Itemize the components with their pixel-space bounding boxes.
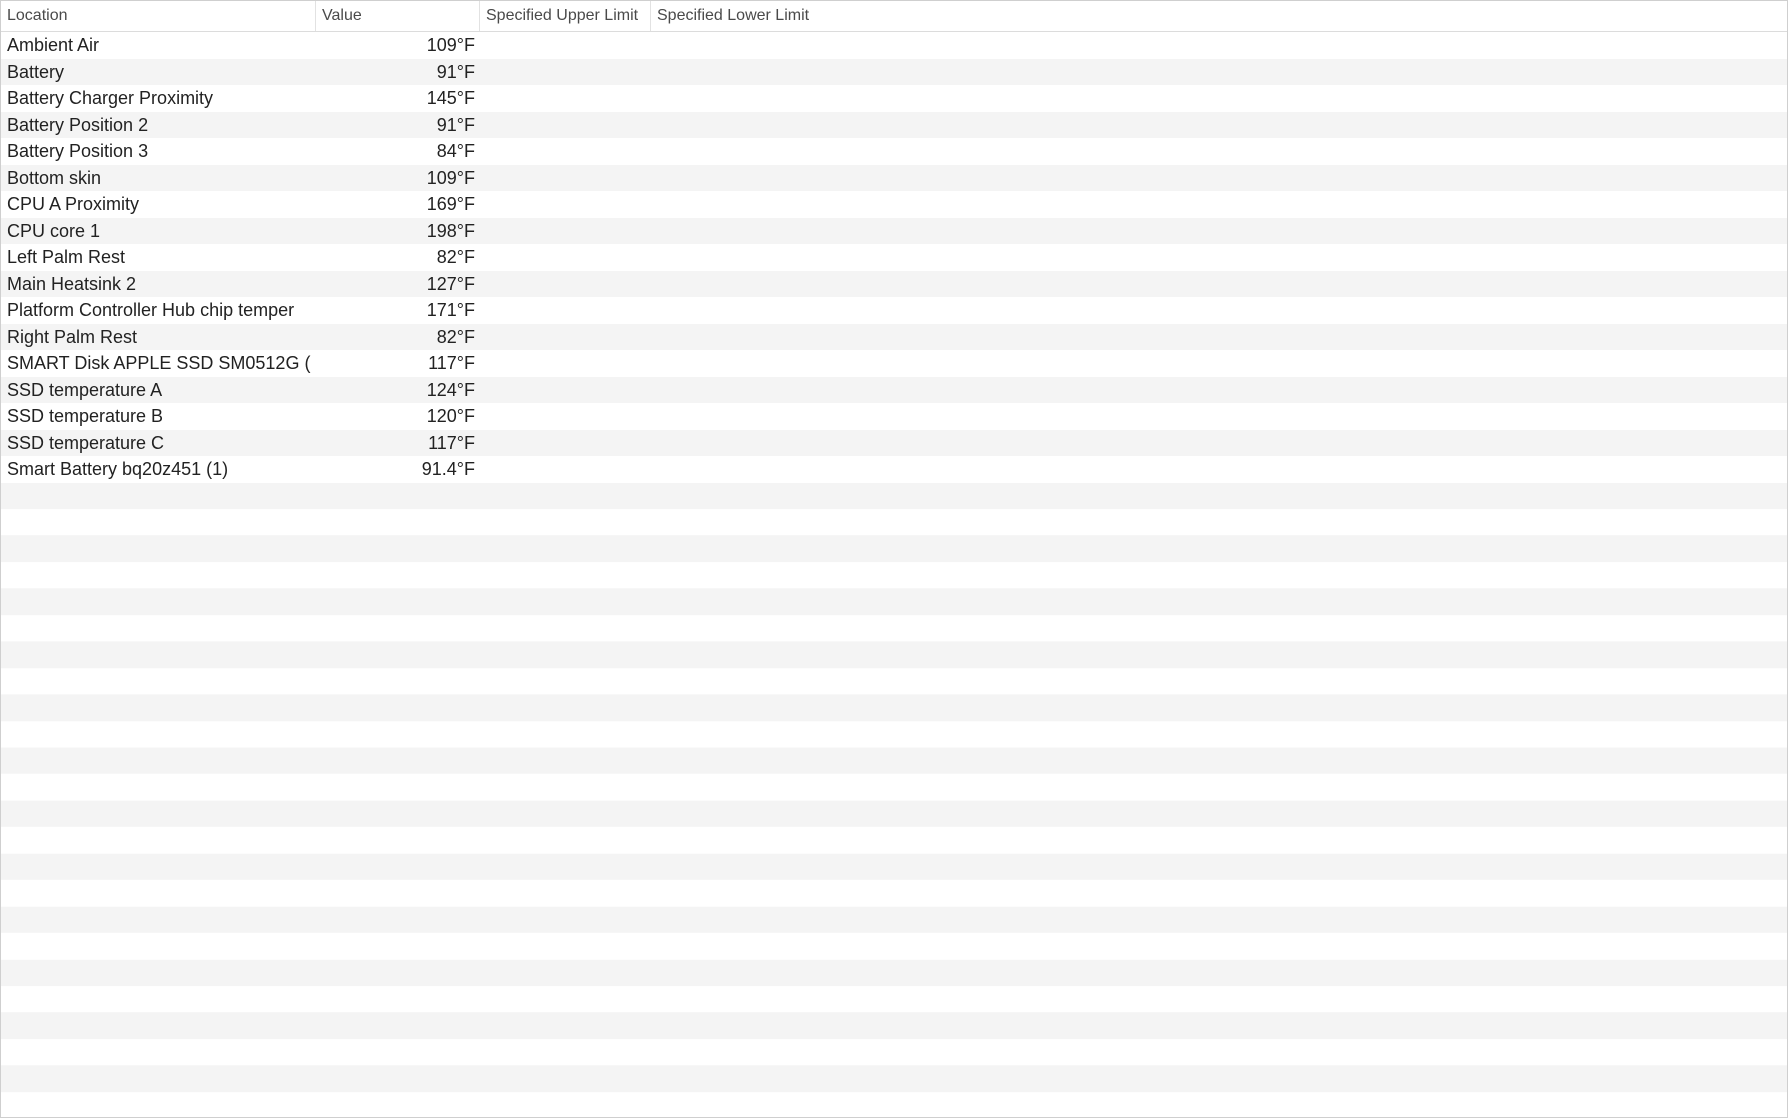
lower-limit-cell bbox=[651, 350, 851, 377]
value-cell: 91°F bbox=[436, 61, 475, 82]
value-cell: 109°F bbox=[426, 167, 475, 188]
value-cell: 124°F bbox=[426, 379, 475, 400]
upper-limit-cell bbox=[480, 165, 651, 192]
value-cell: 84°F bbox=[436, 141, 475, 161]
table-row[interactable]: Ambient Air 109°F bbox=[1, 32, 1787, 59]
table-row[interactable]: Platform Controller Hub chip temper 171°F bbox=[1, 297, 1787, 324]
location-cell: CPU A Proximity bbox=[7, 194, 140, 214]
upper-limit-cell bbox=[480, 271, 651, 298]
lower-limit-cell bbox=[651, 403, 851, 430]
location-cell: Ambient Air bbox=[7, 35, 100, 55]
upper-limit-cell bbox=[480, 191, 651, 218]
table-row[interactable]: CPU core 1 198°F bbox=[1, 217, 1787, 245]
location-cell: Battery Position 3 bbox=[7, 141, 149, 161]
upper-limit-cell bbox=[480, 32, 651, 59]
table-row[interactable]: Right Palm Rest 82°F bbox=[1, 323, 1787, 351]
value-cell: 91°F bbox=[436, 114, 475, 135]
value-cell: 127°F bbox=[426, 273, 475, 294]
column-header-location[interactable]: Location bbox=[1, 1, 316, 31]
sensor-table: Location Value Specified Upper Limit Spe… bbox=[0, 0, 1788, 1118]
upper-limit-cell bbox=[480, 59, 651, 86]
lower-limit-cell bbox=[651, 112, 851, 139]
value-cell: 198°F bbox=[426, 220, 475, 241]
location-cell: Battery bbox=[7, 61, 65, 82]
value-cell: 145°F bbox=[426, 88, 475, 108]
value-cell: 171°F bbox=[426, 300, 475, 320]
table-row[interactable]: Battery 91°F bbox=[1, 58, 1787, 86]
value-cell: 109°F bbox=[426, 35, 475, 55]
table-row[interactable]: Main Heatsink 2 127°F bbox=[1, 270, 1787, 298]
lower-limit-cell bbox=[651, 191, 851, 218]
upper-limit-cell bbox=[480, 403, 651, 430]
lower-limit-cell bbox=[651, 324, 851, 351]
upper-limit-cell bbox=[480, 218, 651, 245]
value-cell: 169°F bbox=[426, 194, 475, 214]
lower-limit-cell bbox=[651, 138, 851, 165]
table-row[interactable]: Left Palm Rest 82°F bbox=[1, 244, 1787, 271]
location-cell: Right Palm Rest bbox=[7, 326, 138, 347]
lower-limit-cell bbox=[651, 271, 851, 298]
lower-limit-cell bbox=[651, 244, 851, 271]
location-cell: Battery Position 2 bbox=[7, 114, 149, 135]
value-cell: 82°F bbox=[436, 326, 475, 347]
location-cell: SSD temperature C bbox=[7, 432, 165, 453]
value-cell: 117°F bbox=[428, 432, 475, 453]
lower-limit-cell bbox=[651, 297, 851, 324]
location-cell: Bottom skin bbox=[7, 167, 102, 188]
table-row[interactable]: SMART Disk APPLE SSD SM0512G ( 117°F bbox=[1, 350, 1787, 377]
upper-limit-cell bbox=[480, 297, 651, 324]
lower-limit-cell bbox=[651, 32, 851, 59]
lower-limit-cell bbox=[651, 218, 851, 245]
lower-limit-cell bbox=[651, 165, 851, 192]
upper-limit-cell bbox=[480, 350, 651, 377]
table-row[interactable]: Battery Position 3 84°F bbox=[1, 138, 1787, 165]
table-header: Location Value Specified Upper Limit Spe… bbox=[1, 1, 1787, 32]
table-row[interactable]: Bottom skin 109°F bbox=[1, 164, 1787, 192]
upper-limit-cell bbox=[480, 430, 651, 457]
location-cell: SSD temperature B bbox=[7, 406, 164, 426]
upper-limit-cell bbox=[480, 244, 651, 271]
table-body: Ambient Air 109°F Battery 91°F Battery Charg… bbox=[1, 32, 1787, 483]
location-cell: SSD temperature A bbox=[7, 379, 163, 400]
location-cell: Main Heatsink 2 bbox=[7, 273, 137, 294]
upper-limit-cell bbox=[480, 456, 651, 483]
value-cell: 117°F bbox=[428, 353, 475, 373]
upper-limit-cell bbox=[480, 377, 651, 404]
table-row[interactable]: CPU A Proximity 169°F bbox=[1, 191, 1787, 218]
location-cell: Battery Charger Proximity bbox=[7, 88, 214, 108]
value-cell: 82°F bbox=[436, 247, 475, 267]
lower-limit-cell bbox=[651, 59, 851, 86]
table-row[interactable]: SSD temperature C 117°F bbox=[1, 429, 1787, 457]
location-cell: Left Palm Rest bbox=[7, 247, 126, 267]
upper-limit-cell bbox=[480, 85, 651, 112]
value-cell: 91.4°F bbox=[421, 459, 475, 479]
table-row[interactable]: Battery Position 2 91°F bbox=[1, 111, 1787, 139]
lower-limit-cell bbox=[651, 456, 851, 483]
upper-limit-cell bbox=[480, 112, 651, 139]
location-cell: Platform Controller Hub chip temper bbox=[7, 300, 295, 320]
upper-limit-cell bbox=[480, 324, 651, 351]
location-cell: SMART Disk APPLE SSD SM0512G ( bbox=[7, 353, 311, 373]
location-cell: Smart Battery bq20z451 (1) bbox=[7, 459, 229, 479]
value-cell: 120°F bbox=[426, 406, 475, 426]
location-cell: CPU core 1 bbox=[7, 220, 101, 241]
table-row[interactable]: SSD temperature A 124°F bbox=[1, 376, 1787, 404]
upper-limit-cell bbox=[480, 138, 651, 165]
column-header-upper-limit[interactable]: Specified Upper Limit bbox=[480, 1, 651, 31]
table-row[interactable]: Smart Battery bq20z451 (1) 91.4°F bbox=[1, 456, 1787, 483]
table-row[interactable]: Battery Charger Proximity 145°F bbox=[1, 85, 1787, 112]
lower-limit-cell bbox=[651, 430, 851, 457]
column-header-lower-limit[interactable]: Specified Lower Limit bbox=[651, 1, 851, 31]
lower-limit-cell bbox=[651, 377, 851, 404]
column-header-value[interactable]: Value bbox=[316, 1, 480, 31]
table-row[interactable]: SSD temperature B 120°F bbox=[1, 403, 1787, 430]
lower-limit-cell bbox=[651, 85, 851, 112]
